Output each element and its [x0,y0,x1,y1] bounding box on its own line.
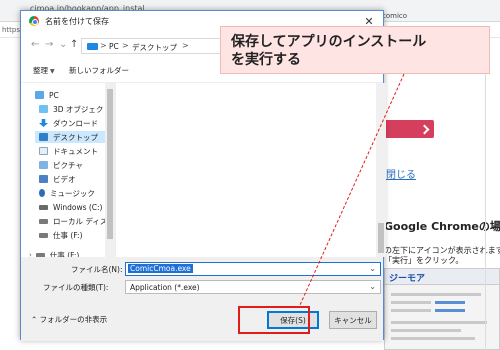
thumb-link [435,309,465,312]
sidebar-item-label: ミュージック [50,188,95,198]
sidebar-item-downloads[interactable]: ダウンロード [39,117,98,129]
sidebar-item-label: ダウンロード [53,118,98,128]
local-disk-icon [39,218,48,224]
thumb-line [391,321,487,324]
thumb-line [391,329,461,332]
breadcrumb-separator: > [182,41,189,50]
file-list-scrollbar[interactable] [376,83,386,257]
breadcrumb-separator: > [122,41,129,50]
chevron-down-icon[interactable]: ⌄ [369,264,376,273]
download-banner-button[interactable] [384,120,434,138]
sidebar-item-pc[interactable]: PC [35,89,59,101]
sidebar-item-windows-c[interactable]: Windows (C:) [39,201,102,213]
scrollbar-thumb[interactable] [107,89,113,239]
instruction-line-1: の左下にアイコンが表示されます [384,246,500,255]
pc-icon [35,91,44,99]
instruction-line-2: 「実行」をクリック。 [384,256,464,265]
organize-label: 整理 [33,66,48,75]
chrome-instruction-text: の左下にアイコンが表示されます 「実行」をクリック。 [384,246,500,266]
bookmark-comico[interactable]: comico [382,12,407,20]
chrome-icon [29,16,39,26]
sidebar-item-3d-objects[interactable]: 3D オブジェクト [39,103,111,115]
file-fields: ファイル名(N): ComicCmoa.exe ⌄ ファイルの種類(T): Ap… [21,257,383,301]
breadcrumb-pc[interactable]: PC [109,42,119,51]
music-icon [39,189,45,197]
windows-drive-icon [39,204,48,210]
navigation-pane: PC 3D オブジェクト ダウンロード デスクトップ ドキュメント ピクチャ ビ… [21,83,126,260]
sidebar-item-label: 3D オブジェクト [53,104,111,114]
close-link[interactable]: 閉じる [386,166,416,181]
hide-folders-label: フォルダーの非表示 [39,315,108,324]
new-folder-button[interactable]: 新しいフォルダー [69,65,129,76]
drive-icon [39,232,48,238]
navigation-scrollbar[interactable] [105,83,115,257]
sidebar-item-desktop[interactable]: デスクトップ [35,131,115,143]
cancel-button[interactable]: キャンセル [329,311,377,329]
callout-line-2: を実行する [231,52,301,68]
file-name-label: ファイル名(N): [71,265,123,274]
callout-line-1: 保存してアプリのインストール [231,34,427,50]
documents-icon [39,147,48,155]
sidebar-item-label: Windows (C:) [53,202,103,212]
sidebar-item-label: デスクトップ [53,132,98,142]
file-type-value: Application (*.exe) [130,283,200,292]
cmoa-logo: ジーモア [389,274,426,284]
chrome-section-heading: Google Chromeの場合 [384,220,500,233]
pc-icon [87,43,98,50]
sidebar-item-label: ビデオ [53,174,76,184]
sidebar-item-documents[interactable]: ドキュメント [39,145,98,157]
up-button[interactable]: ↑ [70,39,78,50]
thumb-line [391,337,475,340]
save-button-highlight [238,306,310,334]
download-icon [39,119,48,127]
chevron-down-icon[interactable]: ⌄ [59,39,67,50]
breadcrumb-separator: > [100,41,107,50]
thumb-line [391,293,481,296]
file-type-select[interactable]: Application (*.exe) ⌄ [125,280,381,294]
breadcrumb-desktop[interactable]: デスクトップ [132,42,177,53]
scrollbar-thumb[interactable] [378,223,384,253]
file-list[interactable] [115,83,386,257]
sidebar-item-pictures[interactable]: ピクチャ [39,159,83,171]
thumb-line [391,301,431,304]
videos-icon [39,175,48,183]
sidebar-item-label: PC [49,90,59,100]
file-type-label: ファイルの種類(T): [43,283,109,292]
desktop-icon [39,133,48,141]
file-name-value: ComicCmoa.exe [128,264,193,273]
file-name-input[interactable]: ComicCmoa.exe ⌄ [125,262,381,276]
thumb-line [391,309,431,312]
hide-folders-toggle[interactable]: ⌃ フォルダーの非表示 [31,314,107,325]
sidebar-item-label: 仕事 (F:) [53,230,83,240]
sidebar-item-videos[interactable]: ビデオ [39,173,76,185]
instruction-callout: 保存してアプリのインストール を実行する [220,26,490,74]
sidebar-item-work-f[interactable]: 仕事 (F:) [39,229,83,241]
chevron-down-icon: ▼ [50,68,55,75]
sidebar-item-label: ピクチャ [53,160,83,170]
sidebar-item-label: ドキュメント [53,146,98,156]
pictures-icon [39,161,48,169]
organize-button[interactable]: 整理 ▼ [33,65,55,76]
dialog-title: 名前を付けて保存 [45,17,109,26]
installer-screenshot-header: ジーモア [385,269,499,285]
chevron-up-icon: ⌃ [31,315,40,324]
page-divider [485,40,486,350]
3d-objects-icon [39,105,48,113]
back-button[interactable]: ← [31,39,39,50]
chevron-down-icon: ⌄ [369,282,376,291]
installer-screenshot: ジーモア [384,268,500,350]
thumb-link [435,301,465,304]
sidebar-item-music[interactable]: ミュージック [39,187,95,199]
forward-button[interactable]: → [45,39,53,50]
dialog-footer: ⌃ フォルダーの非表示 保存(S) キャンセル [21,301,383,341]
